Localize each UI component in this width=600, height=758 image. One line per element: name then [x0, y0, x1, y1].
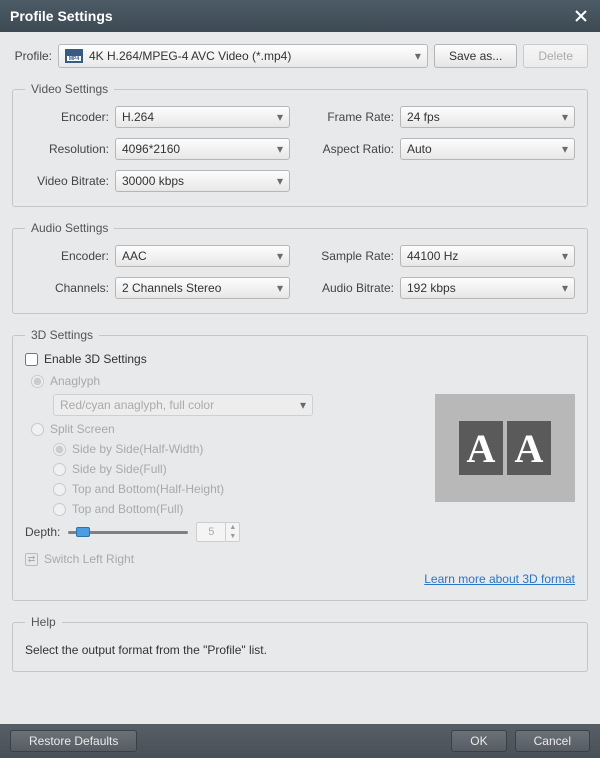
audio-bitrate-label: Audio Bitrate: — [310, 281, 394, 295]
learn-more-row: Learn more about 3D format — [25, 572, 575, 586]
preview-tile-left: A — [459, 421, 503, 475]
video-legend: Video Settings — [25, 82, 114, 96]
switch-left-right-label: Switch Left Right — [44, 552, 134, 566]
spinner-up-icon: ▲ — [226, 523, 239, 532]
three-d-body: Anaglyph Red/cyan anaglyph, full color▾ … — [25, 374, 575, 516]
chevron-down-icon: ▾ — [562, 142, 568, 156]
tb-full-label: Top and Bottom(Full) — [72, 502, 183, 516]
video-settings-group: Video Settings Encoder: H.264▾ Frame Rat… — [12, 82, 588, 207]
profile-row: Profile: MP4 4K H.264/MPEG-4 AVC Video (… — [12, 44, 588, 68]
depth-value: 5 — [197, 526, 225, 538]
anaglyph-radio-row: Anaglyph — [31, 374, 423, 388]
depth-slider[interactable] — [68, 526, 188, 538]
sample-rate-dropdown[interactable]: 44100 Hz▾ — [400, 245, 575, 267]
audio-bitrate-dropdown[interactable]: 192 kbps▾ — [400, 277, 575, 299]
anaglyph-label: Anaglyph — [50, 374, 100, 388]
preview-tile-right: A — [507, 421, 551, 475]
chevron-down-icon: ▾ — [300, 398, 306, 412]
audio-encoder-label: Encoder: — [25, 249, 109, 263]
footer-bar: Restore Defaults OK Cancel — [0, 724, 600, 758]
depth-spinner: 5 ▲▼ — [196, 522, 240, 542]
profile-dropdown[interactable]: MP4 4K H.264/MPEG-4 AVC Video (*.mp4) ▾ — [58, 44, 428, 68]
sbs-full-label: Side by Side(Full) — [72, 462, 167, 476]
window-title: Profile Settings — [10, 8, 572, 24]
help-legend: Help — [25, 615, 62, 629]
close-icon[interactable] — [572, 7, 590, 25]
chevron-down-icon: ▾ — [277, 110, 283, 124]
delete-button: Delete — [523, 44, 588, 68]
restore-defaults-button[interactable]: Restore Defaults — [10, 730, 137, 752]
chevron-down-icon: ▾ — [562, 110, 568, 124]
preview-anaglyph-tiles: A A — [459, 421, 551, 475]
chevron-down-icon: ▾ — [277, 174, 283, 188]
profile-value: 4K H.264/MPEG-4 AVC Video (*.mp4) — [89, 49, 415, 63]
channels-label: Channels: — [25, 281, 109, 295]
resolution-dropdown[interactable]: 4096*2160▾ — [115, 138, 290, 160]
three-d-legend: 3D Settings — [25, 328, 99, 342]
sbs-full-radio — [53, 463, 66, 476]
chevron-down-icon: ▾ — [562, 281, 568, 295]
swap-icon: ⇄ — [25, 553, 38, 566]
help-group: Help Select the output format from the "… — [12, 615, 588, 672]
resolution-label: Resolution: — [25, 142, 109, 156]
anaglyph-radio — [31, 375, 44, 388]
tb-half-label: Top and Bottom(Half-Height) — [72, 482, 224, 496]
chevron-down-icon: ▾ — [277, 142, 283, 156]
channels-dropdown[interactable]: 2 Channels Stereo▾ — [115, 277, 290, 299]
three-d-options: Anaglyph Red/cyan anaglyph, full color▾ … — [25, 374, 423, 516]
framerate-dropdown[interactable]: 24 fps▾ — [400, 106, 575, 128]
cancel-button[interactable]: Cancel — [515, 730, 590, 752]
three-d-preview: A A — [435, 394, 575, 502]
title-bar: Profile Settings — [0, 0, 600, 32]
chevron-down-icon: ▾ — [415, 49, 421, 63]
video-bitrate-label: Video Bitrate: — [25, 174, 109, 188]
video-bitrate-dropdown[interactable]: 30000 kbps▾ — [115, 170, 290, 192]
spinner-arrows: ▲▼ — [225, 523, 239, 541]
spinner-down-icon: ▼ — [226, 532, 239, 541]
depth-row: Depth: 5 ▲▼ — [25, 522, 575, 542]
tb-half-radio — [53, 483, 66, 496]
save-as-button[interactable]: Save as... — [434, 44, 517, 68]
framerate-label: Frame Rate: — [310, 110, 394, 124]
switch-left-right-row: ⇄ Switch Left Right — [25, 552, 575, 566]
audio-encoder-dropdown[interactable]: AAC▾ — [115, 245, 290, 267]
svg-text:MP4: MP4 — [69, 56, 80, 62]
audio-legend: Audio Settings — [25, 221, 114, 235]
three-d-settings-group: 3D Settings Enable 3D Settings Anaglyph … — [12, 328, 588, 601]
enable-3d-checkbox[interactable] — [25, 353, 38, 366]
chevron-down-icon: ▾ — [277, 281, 283, 295]
split-screen-radio — [31, 423, 44, 436]
enable-3d-label: Enable 3D Settings — [44, 352, 147, 366]
help-text: Select the output format from the "Profi… — [25, 643, 575, 657]
slider-thumb-icon[interactable] — [76, 527, 90, 537]
learn-more-link[interactable]: Learn more about 3D format — [424, 572, 575, 586]
depth-label: Depth: — [25, 525, 60, 539]
sample-rate-label: Sample Rate: — [310, 249, 394, 263]
split-screen-label: Split Screen — [50, 422, 115, 436]
aspect-ratio-label: Aspect Ratio: — [310, 142, 394, 156]
video-encoder-dropdown[interactable]: H.264▾ — [115, 106, 290, 128]
content-area: Profile: MP4 4K H.264/MPEG-4 AVC Video (… — [0, 32, 600, 724]
aspect-ratio-dropdown[interactable]: Auto▾ — [400, 138, 575, 160]
enable-3d-checkbox-row: Enable 3D Settings — [25, 352, 575, 366]
tb-full-radio — [53, 503, 66, 516]
sbs-half-label: Side by Side(Half-Width) — [72, 442, 203, 456]
sbs-half-radio — [53, 443, 66, 456]
mp4-format-icon: MP4 — [65, 49, 83, 63]
chevron-down-icon: ▾ — [562, 249, 568, 263]
anaglyph-mode-dropdown: Red/cyan anaglyph, full color▾ — [53, 394, 313, 416]
video-encoder-label: Encoder: — [25, 110, 109, 124]
audio-settings-group: Audio Settings Encoder: AAC▾ Sample Rate… — [12, 221, 588, 314]
ok-button[interactable]: OK — [451, 730, 506, 752]
chevron-down-icon: ▾ — [277, 249, 283, 263]
profile-label: Profile: — [12, 49, 52, 63]
split-screen-radio-row: Split Screen — [31, 422, 423, 436]
